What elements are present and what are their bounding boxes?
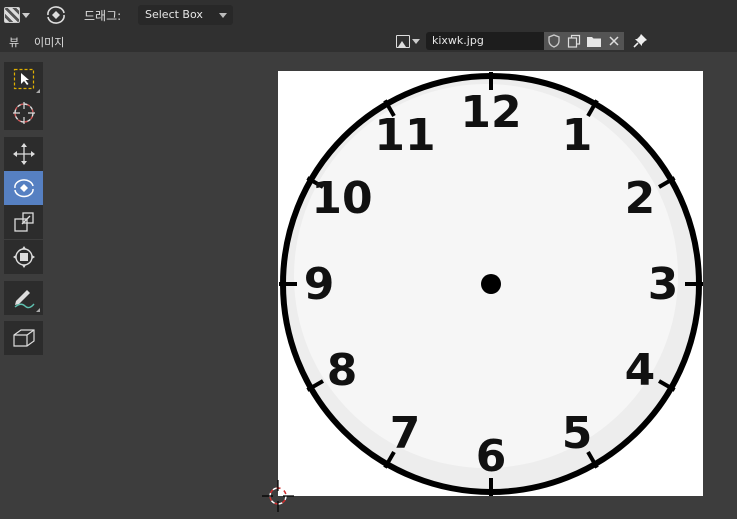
clock-center-dot [481,274,501,294]
rotate-tool[interactable] [4,171,43,205]
pin-icon [633,34,647,48]
new-image-button[interactable] [564,32,584,50]
folder-icon [587,36,601,47]
clock-number: 12 [460,87,521,138]
clock-number: 4 [625,345,656,396]
transform-icon [12,246,35,268]
clock-number: 1 [562,110,593,161]
cube-icon [12,329,35,347]
select-box-tool[interactable] [4,62,43,96]
drag-select-value: Select Box [145,8,203,21]
clock-image: 12 12 3 45 6 78 9 1011 [279,72,703,496]
clock-number: 11 [374,110,435,161]
image-name-field[interactable]: kixwk.jpg [426,32,544,50]
pivot-point-button[interactable] [44,4,68,26]
editor-type-selector[interactable] [4,5,34,25]
shield-icon [548,34,560,48]
chevron-down-icon [412,38,420,44]
menu-bar: 뷰 이미지 kixwk.jpg [0,30,737,52]
unlink-image-button[interactable] [604,32,624,50]
menu-image[interactable]: 이미지 [34,34,64,50]
pencil-icon [14,290,35,309]
scale-tool[interactable] [4,205,43,239]
pivot-icon [47,6,65,24]
image-icon [396,34,410,48]
clock-number: 2 [625,173,656,224]
clock-number: 3 [648,259,679,310]
tool-submenu-indicator [36,308,40,312]
fake-user-button[interactable] [544,32,564,50]
menu-view[interactable]: 뷰 [9,34,19,50]
sample-tool[interactable] [4,321,43,355]
editor-header: 드래그: Select Box [0,0,737,30]
clock-number: 9 [304,259,335,310]
annotate-tool[interactable] [4,281,43,315]
2d-cursor[interactable] [262,480,294,512]
move-icon [12,143,35,165]
image-canvas[interactable]: 12 1 2 3 4 5 6 7 8 9 10 11 [278,71,703,496]
cursor-icon [12,102,35,124]
image-editor-icon [4,7,20,23]
clock-number: 7 [390,408,421,459]
transform-tool[interactable] [4,240,43,274]
clock-number: 10 [311,173,372,224]
clock-number: 5 [562,408,593,459]
cursor-crosshair-icon [262,480,294,512]
scale-icon [13,212,34,232]
chevron-down-icon [219,13,227,18]
drag-select-dropdown[interactable]: Select Box [138,5,233,25]
chevron-down-icon [22,12,30,18]
browse-image-button[interactable] [396,32,424,50]
select-box-icon [13,68,34,90]
duplicate-icon [567,34,581,48]
drag-label: 드래그: [84,9,122,23]
cursor-tool[interactable] [4,96,43,130]
tool-submenu-indicator [36,89,40,93]
rotate-icon [13,179,34,198]
pin-button[interactable] [632,33,648,49]
move-tool[interactable] [4,137,43,171]
clock-number: 8 [327,345,358,396]
close-icon [609,36,619,46]
open-image-button[interactable] [584,32,604,50]
clock-number: 6 [476,431,507,482]
